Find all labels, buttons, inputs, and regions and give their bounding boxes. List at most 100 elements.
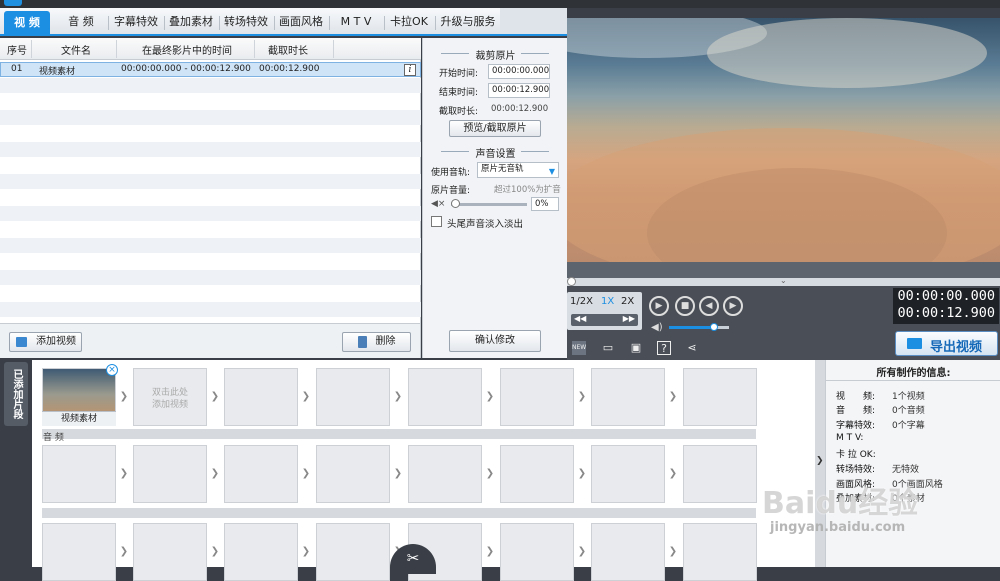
empty-slot[interactable] — [500, 523, 574, 581]
empty-slot[interactable] — [591, 368, 665, 426]
share-icon[interactable]: ⋖ — [685, 341, 699, 355]
info-icon[interactable]: i — [404, 64, 416, 76]
info-key: 转场特效: — [836, 465, 876, 475]
tab-audio[interactable]: 音 频 — [58, 12, 104, 32]
export-video-button[interactable]: 导出视频 — [895, 331, 998, 356]
volume-icon[interactable]: ◀) — [651, 322, 663, 333]
col-duration-header[interactable]: 截取时长 — [268, 42, 308, 57]
empty-slot[interactable] — [133, 445, 207, 503]
player-volume-handle[interactable] — [710, 323, 718, 331]
help-icon[interactable]: ? — [657, 341, 671, 355]
tab-upgrade[interactable]: 升级与服务 — [438, 12, 498, 32]
empty-slot[interactable] — [591, 445, 665, 503]
speed-2x-button[interactable]: 2X — [621, 296, 634, 307]
arrow-icon: ❯ — [301, 546, 311, 557]
info-key: M T V: — [836, 433, 864, 443]
tab-separator — [108, 16, 109, 30]
delete-button[interactable]: 删除 — [342, 332, 411, 352]
arrow-icon: ❯ — [577, 468, 587, 479]
start-time-field[interactable]: 00:00:00.000 — [488, 64, 550, 79]
info-key: 卡 拉 OK: — [836, 450, 876, 460]
empty-slot[interactable] — [500, 368, 574, 426]
export-icon — [907, 338, 922, 349]
tab-video[interactable]: 视 频 — [4, 11, 50, 34]
sound-section-title: 声音设置 — [475, 149, 516, 160]
col-index-header[interactable]: 序号 — [7, 42, 27, 57]
empty-slot[interactable] — [224, 368, 298, 426]
empty-slot[interactable] — [316, 523, 390, 581]
empty-slot[interactable] — [133, 523, 207, 581]
tab-transition[interactable]: 转场特效 — [221, 12, 271, 32]
col-time-header[interactable]: 在最终影片中的时间 — [142, 42, 232, 57]
table-row[interactable]: 01 视频素材 00:00:00.000 - 00:00:12.900 00:0… — [0, 62, 421, 77]
play-icon[interactable]: ▶ — [649, 296, 669, 316]
main-tab-bar: 视 频 音 频 字幕特效 叠加素材 转场特效 画面风格 M T V 卡拉OK 升… — [0, 8, 567, 36]
empty-slot[interactable] — [683, 368, 757, 426]
empty-slot[interactable] — [408, 368, 482, 426]
empty-slot[interactable] — [224, 445, 298, 503]
fade-checkbox[interactable] — [431, 216, 442, 227]
arrow-icon: ❯ — [668, 468, 678, 479]
arrow-icon: ❯ — [668, 546, 678, 557]
end-time-field[interactable]: 00:00:12.900 — [488, 83, 550, 98]
tab-separator — [435, 16, 436, 30]
chevron-down-icon[interactable]: ⌄ — [780, 276, 787, 285]
volume-slider-handle[interactable] — [451, 199, 460, 208]
add-video-slot[interactable]: 双击此处 添加视频 — [133, 368, 207, 426]
empty-slot[interactable] — [42, 445, 116, 503]
remove-clip-icon[interactable]: × — [106, 364, 118, 376]
video-preview[interactable] — [567, 18, 1000, 278]
empty-slot[interactable] — [224, 523, 298, 581]
clip-thumbnail[interactable]: 视频素材 × — [42, 364, 118, 426]
mute-icon[interactable]: ◀× — [431, 199, 445, 209]
empty-slot[interactable] — [683, 445, 757, 503]
speed-1x-button[interactable]: 1X — [601, 296, 614, 307]
preview-trim-button[interactable]: 预览/截取原片 — [449, 120, 541, 137]
cloud-shape — [707, 18, 987, 88]
tab-style[interactable]: 画面风格 — [276, 12, 326, 32]
app-logo — [4, 0, 22, 6]
speed-jog[interactable]: ◀◀ ▶▶ — [571, 314, 638, 326]
save-icon[interactable]: ▣ — [629, 341, 643, 355]
empty-row — [0, 206, 421, 221]
volume-value[interactable]: 0% — [531, 197, 559, 211]
confirm-changes-button[interactable]: 确认修改 — [449, 330, 541, 352]
empty-slot[interactable] — [683, 523, 757, 581]
file-list-header: 序号 文件名 在最终影片中的时间 截取时长 — [0, 38, 421, 60]
arrow-icon: ❯ — [577, 391, 587, 402]
tab-subtitle-effects[interactable]: 字幕特效 — [111, 12, 161, 32]
stop-icon[interactable]: ■ — [675, 296, 695, 316]
empty-slot[interactable] — [500, 445, 574, 503]
empty-slot[interactable] — [591, 523, 665, 581]
rewind-icon: ◀◀ — [574, 314, 587, 323]
arrow-icon: ❯ — [210, 391, 220, 402]
empty-slot[interactable] — [408, 445, 482, 503]
empty-slot[interactable] — [42, 523, 116, 581]
speed-half-button[interactable]: 1/2X — [570, 296, 593, 307]
tab-mtv[interactable]: M T V — [332, 12, 380, 32]
folder-icon[interactable]: ▭ — [601, 341, 615, 355]
add-video-button[interactable]: 添加视频 — [9, 332, 82, 352]
chevron-right-icon[interactable]: ❯ — [816, 456, 824, 466]
added-clips-tab[interactable]: 已添加片段 — [4, 362, 28, 426]
progress-handle[interactable] — [567, 277, 576, 286]
arrow-icon: ❯ — [210, 546, 220, 557]
timeline-collapse-bar[interactable]: ❯ — [815, 360, 825, 567]
volume-slider-track[interactable] — [451, 203, 527, 206]
next-frame-icon[interactable]: ▶ — [723, 296, 743, 316]
tab-separator — [384, 16, 385, 30]
row-duration: 00:00:12.900 — [259, 64, 320, 74]
empty-slot[interactable] — [316, 445, 390, 503]
prev-frame-icon[interactable]: ◀ — [699, 296, 719, 316]
info-value: 1个视频 — [892, 392, 925, 402]
tab-karaoke[interactable]: 卡拉OK — [386, 12, 432, 32]
empty-slot[interactable] — [316, 368, 390, 426]
export-video-label: 导出视频 — [930, 340, 983, 355]
playback-progress[interactable]: ⌄ — [567, 276, 1000, 286]
tab-overlay[interactable]: 叠加素材 — [166, 12, 216, 32]
timeline: 视频素材 × ❯ 双击此处 添加视频 ❯ ❯ ❯ ❯ ❯ ❯ 音 频 ❯ ❯ ❯… — [32, 360, 815, 581]
row-index: 01 — [11, 64, 23, 74]
col-filename-header[interactable]: 文件名 — [61, 42, 91, 57]
audio-track-select[interactable]: 原片无音轨 ▼ — [477, 162, 559, 178]
new-icon[interactable]: NEW — [572, 341, 586, 355]
